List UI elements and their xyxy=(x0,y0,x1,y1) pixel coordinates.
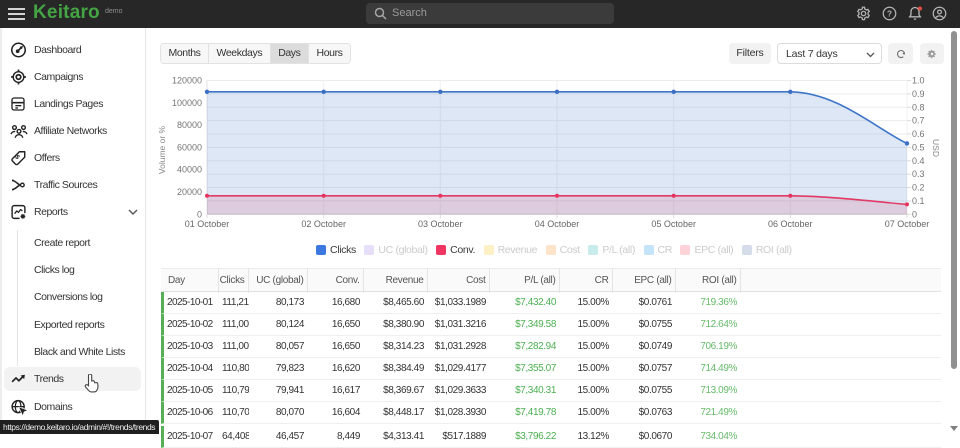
svg-text:80000: 80000 xyxy=(177,120,202,130)
svg-text:01 October: 01 October xyxy=(185,219,230,229)
svg-text:04 October: 04 October xyxy=(535,219,580,229)
svg-text:0.6: 0.6 xyxy=(912,129,925,139)
svg-text:0.5: 0.5 xyxy=(912,142,925,152)
svg-text:02 October: 02 October xyxy=(301,219,346,229)
svg-text:100000: 100000 xyxy=(172,98,202,108)
svg-text:60000: 60000 xyxy=(177,142,202,152)
svg-text:Volume or %: Volume or % xyxy=(157,125,167,174)
svg-text:USD: USD xyxy=(931,139,941,157)
svg-text:?: ? xyxy=(887,9,892,18)
svg-text:0.2: 0.2 xyxy=(912,183,925,193)
svg-text:40000: 40000 xyxy=(177,165,202,175)
svg-text:05 October: 05 October xyxy=(651,219,696,229)
svg-text:20000: 20000 xyxy=(177,187,202,197)
svg-text:07 October: 07 October xyxy=(885,219,930,229)
svg-text:1.0: 1.0 xyxy=(912,76,925,86)
svg-text:$: $ xyxy=(13,153,21,161)
svg-text:03 October: 03 October xyxy=(418,219,463,229)
svg-text:120000: 120000 xyxy=(172,76,202,86)
svg-text:0: 0 xyxy=(197,209,202,219)
svg-text:0.7: 0.7 xyxy=(912,116,925,126)
svg-text:0: 0 xyxy=(912,209,917,219)
svg-text:0.4: 0.4 xyxy=(912,156,925,166)
svg-text:0.8: 0.8 xyxy=(912,102,925,112)
svg-text:0.9: 0.9 xyxy=(912,89,925,99)
svg-text:0.1: 0.1 xyxy=(912,196,925,206)
svg-text:06 October: 06 October xyxy=(768,219,813,229)
svg-text:0.3: 0.3 xyxy=(912,169,925,179)
